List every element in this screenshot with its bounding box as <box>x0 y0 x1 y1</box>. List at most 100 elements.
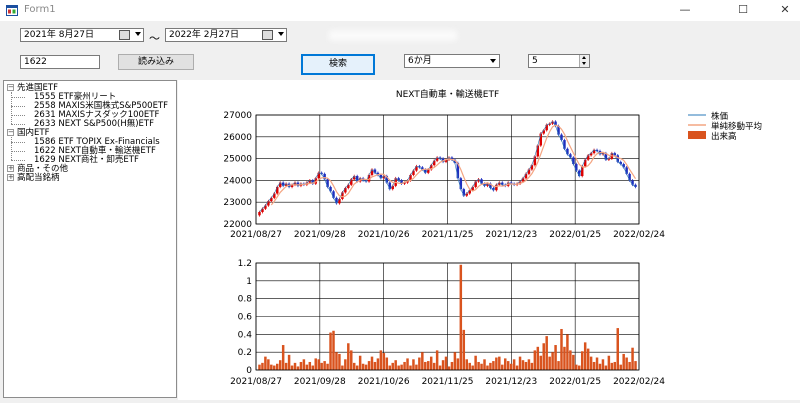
chevron-down-icon[interactable] <box>278 32 284 36</box>
volume-bar <box>341 365 344 370</box>
candle <box>586 155 590 160</box>
date-to-picker[interactable]: 2022年 2月27日 <box>165 28 287 42</box>
volume-bar <box>350 350 353 370</box>
volume-bar <box>465 359 468 370</box>
chevron-down-icon[interactable] <box>135 32 141 36</box>
price-x-tick-label: 2021/09/28 <box>294 230 346 240</box>
volume-bar <box>299 361 303 370</box>
volume-bar <box>595 357 599 370</box>
volume-bar <box>379 350 383 370</box>
volume-tick-label: 0.8 <box>238 295 253 305</box>
volume-tick-label: 1.2 <box>238 259 252 269</box>
collapse-icon[interactable]: − <box>7 84 14 91</box>
volume-bar <box>338 353 341 370</box>
candle <box>326 179 329 187</box>
volume-bar <box>501 364 504 370</box>
search-button[interactable]: 検索 <box>301 54 375 75</box>
volume-bar <box>385 357 389 370</box>
volume-bar <box>613 361 617 370</box>
spin-down-icon[interactable] <box>582 62 586 65</box>
volume-bar <box>400 364 403 370</box>
candle <box>575 164 578 171</box>
volume-bar <box>438 365 442 370</box>
candle <box>317 172 320 179</box>
volume-bar <box>344 359 347 370</box>
volume-x-tick-label: 2021/11/25 <box>422 377 474 387</box>
candle <box>323 173 326 180</box>
volume-bar <box>391 362 394 370</box>
calendar-icon[interactable] <box>262 30 273 40</box>
close-button[interactable]: ✕ <box>770 0 800 21</box>
date-from-picker[interactable]: 2021年 8月27日 <box>20 28 144 42</box>
volume-bar <box>572 354 575 370</box>
spin-up-icon[interactable] <box>582 56 586 59</box>
calendar-icon[interactable] <box>119 30 130 40</box>
minimize-icon: — <box>679 3 691 16</box>
chart-area: NEXT自動車・輸送機ETF 22000 23000 24000 25000 26000 2… <box>178 80 800 400</box>
ma-period-spinner[interactable]: 5 <box>528 54 590 68</box>
volume-bar <box>453 352 457 370</box>
volume-bar <box>515 365 519 370</box>
chevron-down-icon[interactable] <box>490 59 496 63</box>
volume-bar <box>563 346 566 370</box>
candle <box>432 160 436 166</box>
volume-bar <box>358 355 362 370</box>
volume-bar <box>424 361 427 370</box>
candle <box>415 166 418 171</box>
volume-bar <box>302 359 306 370</box>
volume-bar <box>406 358 409 370</box>
collapse-icon[interactable]: − <box>7 129 14 136</box>
load-button[interactable]: 読み込み <box>118 54 194 70</box>
volume-bar <box>498 356 501 370</box>
candle <box>542 130 545 134</box>
candle <box>530 165 534 170</box>
candle <box>347 184 350 189</box>
legend-line-price <box>688 114 706 116</box>
volume-bar <box>551 352 554 370</box>
volume-bar <box>290 365 294 370</box>
etf-tree-view[interactable]: − 先進国ETF 1555 ETF豪州リート 2558 MAXIS米国株式S&P500… <box>3 80 177 398</box>
expand-icon[interactable]: + <box>7 174 14 181</box>
candle <box>527 169 531 174</box>
stock-code-input[interactable]: 1622 <box>20 55 100 69</box>
volume-bar <box>412 359 415 370</box>
volume-bar <box>554 345 557 370</box>
volume-x-tick-label: 2022/01/25 <box>549 377 601 387</box>
price-tick-label: 23000 <box>223 198 252 208</box>
candle <box>533 156 537 166</box>
expand-icon[interactable]: + <box>7 165 14 172</box>
tree-connector <box>11 92 12 124</box>
window-title: Form1 <box>24 4 56 15</box>
candle <box>267 201 270 206</box>
maximize-icon: ☐ <box>738 3 748 16</box>
volume-bar <box>483 359 486 370</box>
candle <box>412 170 415 175</box>
volume-bar <box>261 362 264 370</box>
volume-bar <box>462 329 466 370</box>
sma-line <box>270 124 637 206</box>
volume-bar <box>317 359 320 370</box>
volume-bar <box>545 336 548 370</box>
spinner-buttons[interactable] <box>579 55 589 67</box>
candle <box>468 190 471 194</box>
candle <box>560 134 563 141</box>
volume-bar <box>314 358 317 370</box>
volume-bar <box>622 353 625 370</box>
volume-bar <box>619 364 622 370</box>
volume-x-tick-label: 2022/02/24 <box>613 377 665 387</box>
volume-bar <box>509 363 513 370</box>
minimize-button[interactable]: — <box>662 0 708 21</box>
candle <box>563 140 566 149</box>
volume-bar <box>429 356 433 370</box>
volume-bar <box>580 351 584 370</box>
tree-item[interactable]: 2633 NEXT S&P500(H無)ETF <box>34 119 154 129</box>
candle <box>459 178 463 190</box>
period-select[interactable]: 6か月 <box>404 54 500 68</box>
volume-bar <box>258 364 261 370</box>
maximize-button[interactable]: ☐ <box>720 0 766 21</box>
stock-chart: NEXT自動車・輸送機ETF 22000 23000 24000 25000 26000 2… <box>223 88 665 387</box>
legend-label: 出来高 <box>711 132 737 142</box>
volume-bar <box>492 361 495 370</box>
form-app-icon <box>6 5 18 16</box>
volume-bar <box>527 359 531 370</box>
